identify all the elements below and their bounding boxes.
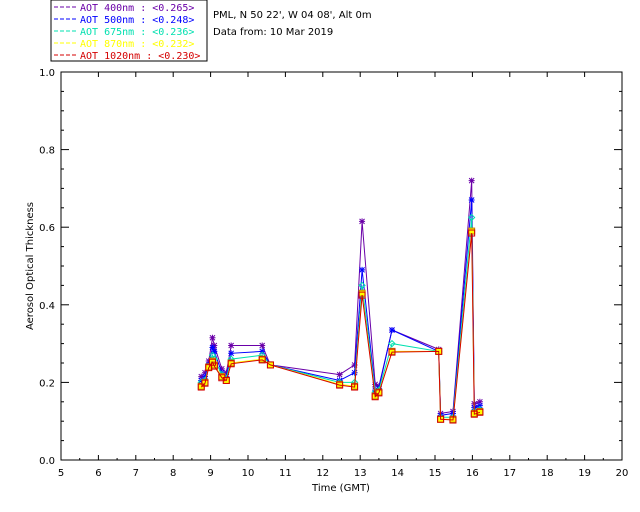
y-tick-label: 0.8 <box>39 146 55 157</box>
x-tick-label: 15 <box>429 468 442 479</box>
x-tick-label: 17 <box>503 468 516 479</box>
data-point <box>375 389 383 397</box>
x-tick-label: 9 <box>207 468 213 479</box>
data-point <box>468 197 475 204</box>
series-line <box>200 232 481 421</box>
x-tick-label: 13 <box>354 468 367 479</box>
x-tick-label: 12 <box>316 468 329 479</box>
y-tick-label: 0.0 <box>39 456 55 467</box>
x-tick-label: 6 <box>95 468 101 479</box>
x-tick-label: 11 <box>279 468 292 479</box>
data-point <box>336 381 344 389</box>
data-point <box>209 334 216 341</box>
data-point <box>228 350 235 357</box>
data-point <box>258 356 266 364</box>
x-tick-label: 7 <box>133 468 139 479</box>
y-tick-label: 0.2 <box>39 378 55 389</box>
y-tick-label: 0.4 <box>39 301 55 312</box>
data-point <box>468 229 476 237</box>
legend-entry: AOT 870nm : <0.232> <box>80 39 194 50</box>
data-point <box>351 383 359 391</box>
legend-entry: AOT 500nm : <0.248> <box>80 15 194 26</box>
data-point <box>222 376 230 384</box>
data-point <box>358 291 366 299</box>
series-group <box>197 177 484 424</box>
x-tick-label: 14 <box>391 468 404 479</box>
data-point <box>351 369 358 376</box>
series-4 <box>197 229 484 424</box>
x-tick-label: 8 <box>170 468 176 479</box>
data-point <box>468 177 475 184</box>
x-tick-label: 5 <box>58 468 64 479</box>
data-point <box>266 361 274 369</box>
x-tick-label: 10 <box>242 468 255 479</box>
data-point <box>476 402 483 409</box>
data-point <box>359 266 366 273</box>
data-point <box>437 415 445 423</box>
chart-title-line-2: Data from: 10 Mar 2019 <box>213 27 333 38</box>
legend-entry: AOT 400nm : <0.265> <box>80 3 194 14</box>
data-point <box>359 218 366 225</box>
data-point <box>388 327 395 334</box>
x-tick-label: 19 <box>578 468 591 479</box>
x-axis-label: Time (GMT) <box>311 483 370 494</box>
plot-frame <box>60 71 623 461</box>
y-tick-label: 0.6 <box>39 223 55 234</box>
series-line <box>200 180 481 414</box>
y-axis-label: Aerosol Optical Thickness <box>25 202 36 330</box>
data-point <box>227 360 235 368</box>
data-point <box>336 371 343 378</box>
series-line <box>200 231 481 420</box>
x-tick-label: 20 <box>616 468 629 479</box>
aot-chart: AOT 400nm : <0.265>AOT 500nm : <0.248>AO… <box>25 0 628 494</box>
legend: AOT 400nm : <0.265>AOT 500nm : <0.248>AO… <box>50 0 208 62</box>
data-point <box>259 348 266 355</box>
chart-title-line-1: PML, N 50 22', W 04 08', Alt 0m <box>213 10 372 21</box>
data-point <box>388 348 396 356</box>
legend-entry: AOT 675nm : <0.236> <box>80 27 194 38</box>
data-point <box>449 416 457 424</box>
data-point <box>259 342 266 349</box>
x-tick-label: 18 <box>541 468 554 479</box>
legend-entry: AOT 1020nm : <0.230> <box>80 51 200 62</box>
data-point <box>435 347 443 355</box>
data-point <box>201 379 209 387</box>
x-tick-label: 16 <box>466 468 479 479</box>
data-point <box>228 342 235 349</box>
axis-ticks: 5 6 7 8 9 10 11 12 13 14 15 16 17 18 19 20 0.0 0.2 0.4 0.6 0… <box>39 68 628 479</box>
data-point <box>210 362 218 370</box>
y-tick-label: 1.0 <box>39 68 55 79</box>
data-point <box>470 410 478 418</box>
data-point <box>476 408 484 416</box>
